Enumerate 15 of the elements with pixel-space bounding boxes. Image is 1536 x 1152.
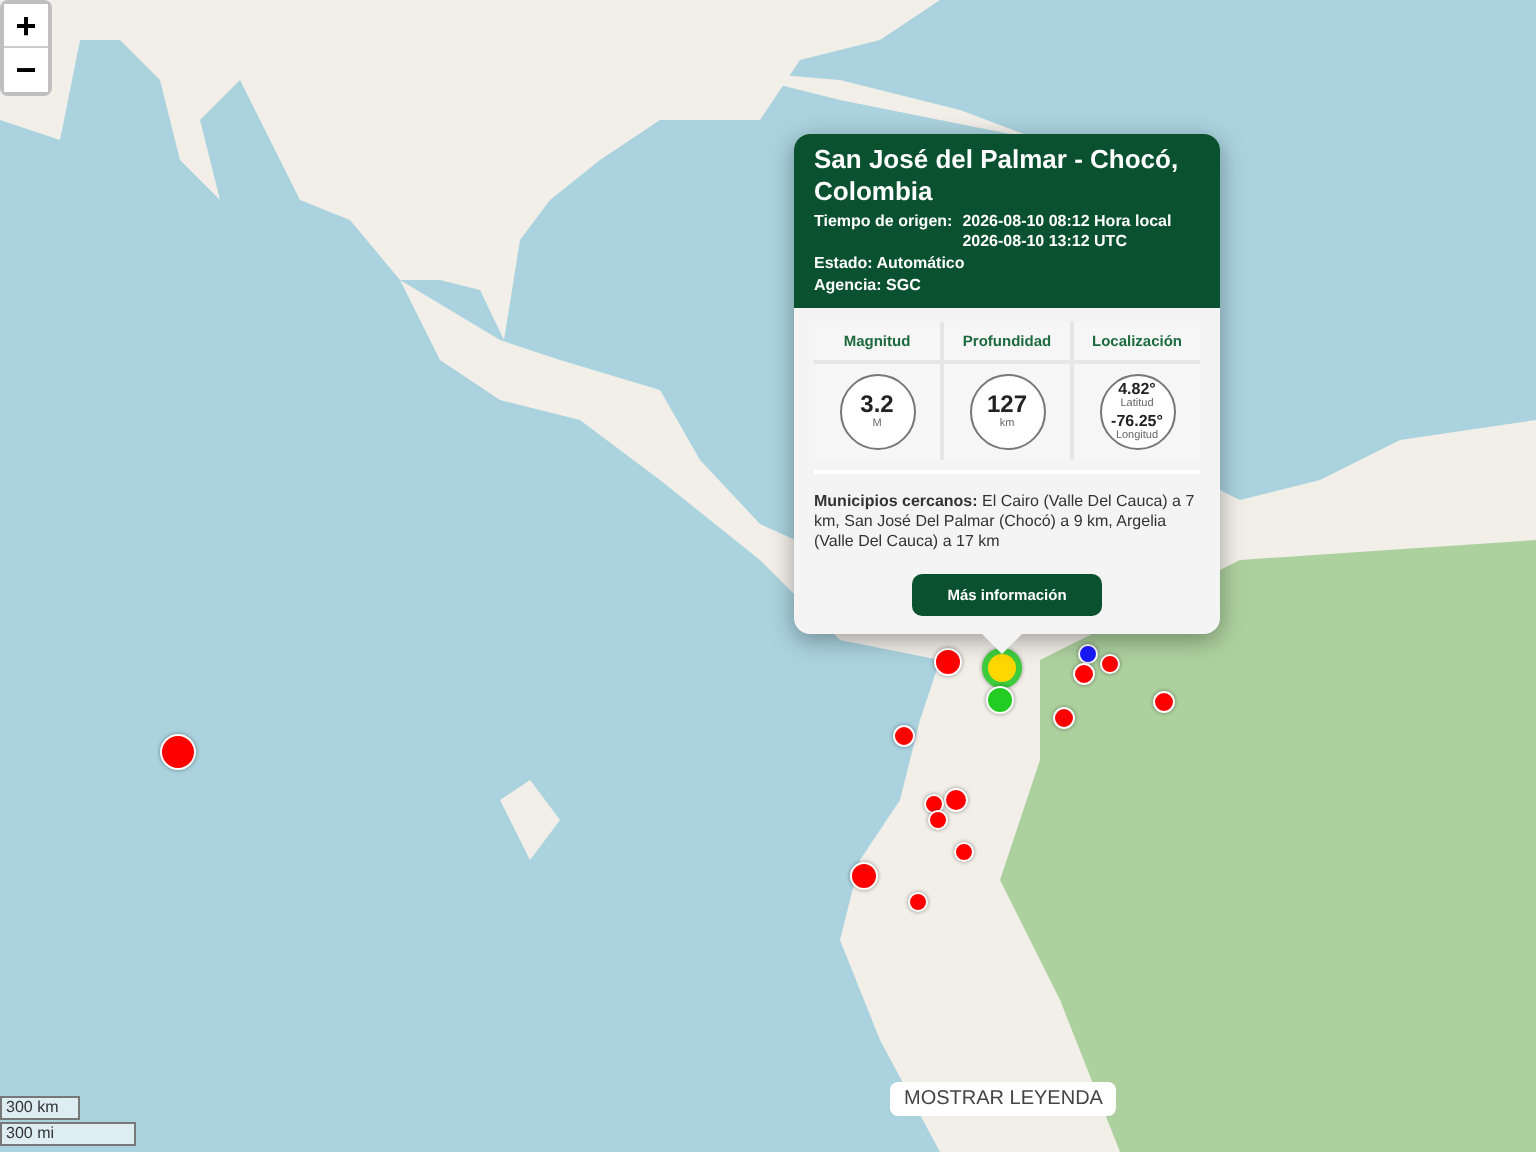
zoom-in-button[interactable]: + [4, 4, 48, 48]
stat-value: 127 [986, 392, 1028, 418]
nearby-municipalities: Municipios cercanos: El Cairo (Valle Del Cauca) a 7 km, San José Del Palmar (Chocó) a 9 km, Argelia (Valle Del Cauca) a 17 km [814, 492, 1197, 552]
origin-utc-time: 2026-08-10 13:12 UTC [962, 232, 1129, 252]
show-legend-button[interactable]: MOSTRAR LEYENDA [890, 1082, 1117, 1116]
stat-value: 4.82° [1118, 380, 1156, 398]
popup-title: San José del Palmar - Chocó, Colombia [814, 144, 1181, 208]
origin-local-time: 2026-08-10 08:12 Hora local [962, 212, 1172, 232]
origin-label: Tiempo de origen: [814, 212, 953, 232]
scale-bar: 300 km [0, 1096, 80, 1120]
status-text: Estado: Automático [814, 254, 967, 274]
scale-bar: 300 mi [0, 1122, 136, 1146]
stat-value: 3.2 [860, 392, 894, 418]
stat-value: -76.25° [1111, 412, 1163, 430]
agency-text: Agencia: SGC [814, 276, 923, 296]
